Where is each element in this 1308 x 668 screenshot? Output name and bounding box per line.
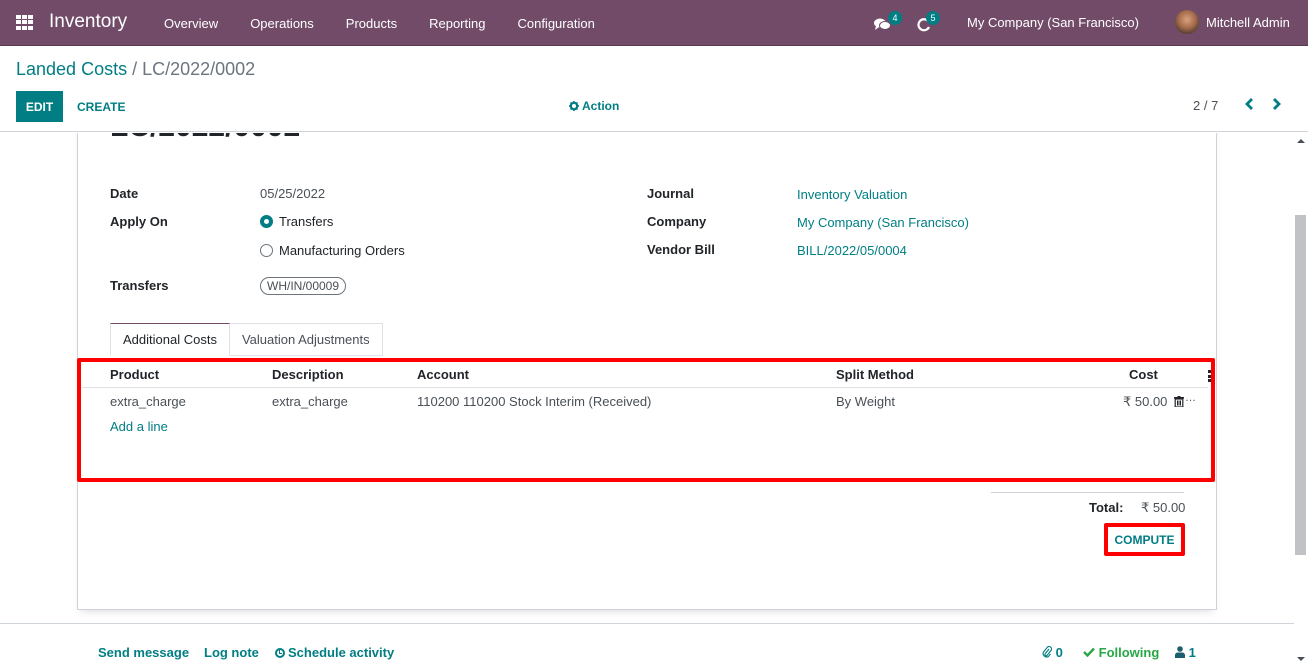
scroll-down-arrow-icon[interactable] — [1297, 657, 1305, 661]
radio-unchecked-icon — [260, 244, 273, 257]
date-label: Date — [110, 186, 139, 201]
column-cost[interactable]: Cost — [1129, 367, 1158, 382]
menu-item-operations[interactable]: Operations — [234, 16, 330, 31]
pager-value[interactable]: 2 / 7 — [1193, 98, 1218, 113]
following-label: Following — [1098, 645, 1160, 660]
radio-manufacturing-orders-label: Manufacturing Orders — [279, 243, 405, 258]
breadcrumb-landed-costs[interactable]: Landed Costs — [16, 59, 127, 79]
check-icon — [1083, 647, 1095, 658]
company-label: Company — [647, 214, 707, 229]
tab-valuation-adjustments[interactable]: Valuation Adjustments — [229, 323, 383, 356]
radio-transfers[interactable]: Transfers — [260, 214, 333, 229]
vendor-bill-label: Vendor Bill — [647, 242, 715, 257]
attachments-count: 0 — [1055, 645, 1063, 660]
form-content: LC/2022/0002 Date 05/25/2022 Apply On Tr… — [0, 133, 1294, 623]
user-name: Mitchell Admin — [1206, 14, 1290, 30]
app-name[interactable]: Inventory — [49, 11, 127, 33]
form-sheet: LC/2022/0002 Date 05/25/2022 Apply On Tr… — [77, 133, 1217, 610]
breadcrumb-separator: / — [127, 59, 143, 79]
record-title: LC/2022/0002 — [110, 133, 300, 144]
cell-description: extra_charge — [272, 394, 348, 409]
apps-menu-icon[interactable] — [16, 15, 33, 30]
menu-item-overview[interactable]: Overview — [148, 16, 234, 31]
attachments-button[interactable]: 0 — [1042, 645, 1063, 660]
top-navbar: Inventory Overview Operations Products R… — [0, 0, 1308, 46]
menu-item-products[interactable]: Products — [330, 16, 413, 31]
send-message-button[interactable]: Send message — [98, 645, 189, 660]
radio-transfers-label: Transfers — [279, 214, 334, 229]
chevron-right-icon — [1273, 98, 1281, 110]
avatar — [1175, 10, 1199, 34]
row-overflow-ellipsis: … — [1185, 392, 1196, 404]
followers-count: 1 — [1188, 645, 1196, 660]
vendor-bill-value[interactable]: BILL/2022/05/0004 — [797, 243, 907, 258]
notebook-tabs: Additional Costs Valuation Adjustments — [110, 323, 383, 356]
column-product[interactable]: Product — [110, 367, 159, 382]
action-menu-button[interactable]: Action — [569, 99, 619, 113]
cost-lines-table: Product Description Account Split Method… — [78, 358, 1218, 478]
edit-button[interactable]: EDIT — [16, 91, 63, 122]
scroll-up-arrow-icon[interactable] — [1297, 139, 1305, 143]
breadcrumb-current: LC/2022/0002 — [142, 59, 256, 79]
paperclip-icon — [1042, 645, 1053, 658]
table-header: Product Description Account Split Method… — [82, 362, 1211, 388]
cell-account: 110200 110200 Stock Interim (Received) — [417, 394, 652, 409]
following-button[interactable]: Following — [1083, 645, 1159, 660]
create-button[interactable]: CREATE — [69, 91, 133, 122]
column-account[interactable]: Account — [417, 367, 469, 382]
apply-on-label: Apply On — [110, 214, 168, 229]
column-description[interactable]: Description — [272, 367, 344, 382]
control-panel: Landed Costs / LC/2022/0002 EDIT CREATE … — [0, 46, 1308, 132]
gear-icon — [569, 101, 579, 111]
schedule-activity-button[interactable]: Schedule activity — [275, 645, 394, 660]
radio-checked-icon — [260, 215, 273, 228]
log-note-button[interactable]: Log note — [204, 645, 259, 660]
tab-additional-costs[interactable]: Additional Costs — [110, 323, 230, 356]
add-line-link[interactable]: Add a line — [110, 419, 168, 434]
menu-item-reporting[interactable]: Reporting — [413, 16, 501, 31]
cell-product: extra_charge — [110, 394, 186, 409]
compute-button[interactable]: COMPUTE — [1104, 523, 1185, 556]
journal-value[interactable]: Inventory Valuation — [797, 187, 907, 202]
company-value[interactable]: My Company (San Francisco) — [797, 215, 969, 230]
followers-button[interactable]: 1 — [1175, 645, 1196, 660]
column-options-icon[interactable] — [1208, 370, 1212, 382]
activities-button[interactable]: 5 — [917, 11, 947, 34]
delete-row-trash-icon[interactable] — [1174, 396, 1184, 407]
cell-split-method: By Weight — [836, 394, 896, 409]
schedule-activity-label: Schedule activity — [288, 645, 395, 660]
breadcrumb: Landed Costs / LC/2022/0002 — [16, 59, 255, 80]
vertical-scrollbar[interactable] — [1294, 133, 1308, 623]
radio-manufacturing-orders[interactable]: Manufacturing Orders — [260, 243, 405, 258]
clock-icon — [275, 648, 285, 658]
pager-previous-button[interactable] — [1243, 97, 1259, 115]
messages-button[interactable]: 4 — [874, 11, 904, 34]
user-icon — [1175, 646, 1185, 658]
journal-label: Journal — [647, 186, 694, 201]
chevron-left-icon — [1245, 98, 1253, 110]
total-value: ₹ 50.00 — [1141, 500, 1186, 515]
transfers-label: Transfers — [110, 278, 169, 293]
activities-badge: 5 — [926, 11, 940, 25]
menu-item-configuration[interactable]: Configuration — [501, 16, 610, 31]
column-split-method[interactable]: Split Method — [836, 367, 914, 382]
table-row[interactable]: extra_charge extra_charge 110200 110200 … — [82, 388, 1208, 415]
transfer-tag[interactable]: WH/IN/00009 — [260, 277, 347, 295]
main-menu: Overview Operations Products Reporting C… — [148, 0, 611, 46]
total-label: Total: — [1089, 500, 1124, 515]
messages-badge: 4 — [888, 11, 902, 25]
scroll-thumb[interactable] — [1295, 215, 1306, 555]
pager-next-button[interactable] — [1271, 97, 1287, 115]
company-switcher[interactable]: My Company (San Francisco) — [967, 15, 1139, 30]
total-separator — [991, 492, 1184, 493]
chatter-bar: Send message Log note Schedule activity … — [0, 623, 1294, 668]
action-label: Action — [582, 99, 620, 113]
cell-cost: ₹ 50.00 — [1123, 394, 1168, 409]
date-value: 05/25/2022 — [260, 186, 326, 201]
user-menu[interactable]: Mitchell Admin — [1175, 10, 1290, 34]
